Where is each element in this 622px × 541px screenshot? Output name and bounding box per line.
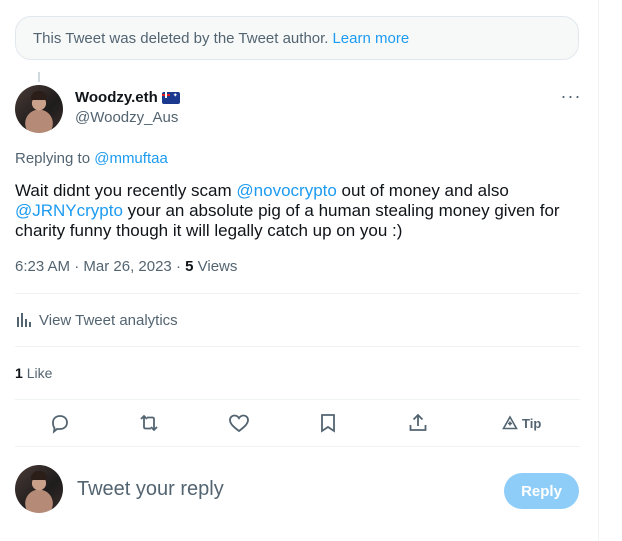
reply-input[interactable]: Tweet your reply [77, 478, 224, 501]
share-icon[interactable] [406, 411, 430, 435]
deleted-notice-text: This Tweet was deleted by the Tweet auth… [33, 29, 329, 47]
more-options-icon[interactable]: ··· [560, 87, 582, 109]
meta-separator-2: · [175, 258, 181, 275]
reply-avatar [15, 465, 63, 513]
reply-icon[interactable] [48, 411, 72, 435]
retweet-icon[interactable] [137, 411, 161, 435]
view-analytics-link[interactable]: View Tweet analytics [15, 311, 178, 329]
deleted-tweet-notice: This Tweet was deleted by the Tweet auth… [15, 16, 579, 60]
reply-button[interactable]: Reply [504, 473, 579, 509]
meta-separator: · [74, 258, 80, 275]
column-border [598, 0, 599, 541]
divider [15, 399, 580, 400]
like-heart-icon[interactable] [227, 411, 251, 435]
likes-label: Like [26, 365, 53, 381]
replying-prefix: Replying to [15, 150, 91, 167]
author-name-row: Woodzy.eth [75, 89, 180, 106]
tweet-text-part1: Wait didnt you recently scam [15, 181, 237, 200]
views-label: Views [197, 258, 238, 275]
learn-more-link[interactable]: Learn more [332, 30, 409, 47]
analytics-label: View Tweet analytics [39, 311, 178, 329]
divider [15, 346, 580, 347]
replying-to: Replying to @mmuftaa [15, 150, 168, 167]
likes-count[interactable]: 1 Like [15, 365, 52, 381]
views-count: 5 [185, 258, 194, 275]
mention-link-jrnycrypto[interactable]: @JRNYcrypto [15, 201, 123, 220]
mention-link-novocrypto[interactable]: @novocrypto [236, 181, 336, 200]
replying-mention-link[interactable]: @mmuftaa [94, 150, 168, 167]
bookmark-icon[interactable] [316, 411, 340, 435]
tweet-time[interactable]: 6:23 AM [15, 258, 70, 275]
analytics-bar-icon [17, 313, 31, 327]
thread-connector-line [38, 72, 40, 82]
tweet-text: Wait didnt you recently scam @novocrypto… [15, 181, 580, 241]
author-handle[interactable]: @Woodzy_Aus [75, 109, 178, 126]
tip-button[interactable]: Tip [502, 415, 541, 431]
avatar[interactable] [15, 85, 63, 133]
tweet-text-part2: out of money and also [336, 181, 509, 200]
tweet-date[interactable]: Mar 26, 2023 [83, 258, 171, 275]
australia-flag-icon [161, 91, 180, 104]
author-display-name[interactable]: Woodzy.eth [75, 89, 158, 106]
tweet-metadata: 6:23 AM · Mar 26, 2023 · 5 Views [15, 258, 237, 275]
divider [15, 293, 580, 294]
divider [15, 446, 580, 447]
likes-number: 1 [15, 365, 23, 381]
tip-label: Tip [522, 415, 542, 431]
tip-icon [502, 415, 518, 430]
